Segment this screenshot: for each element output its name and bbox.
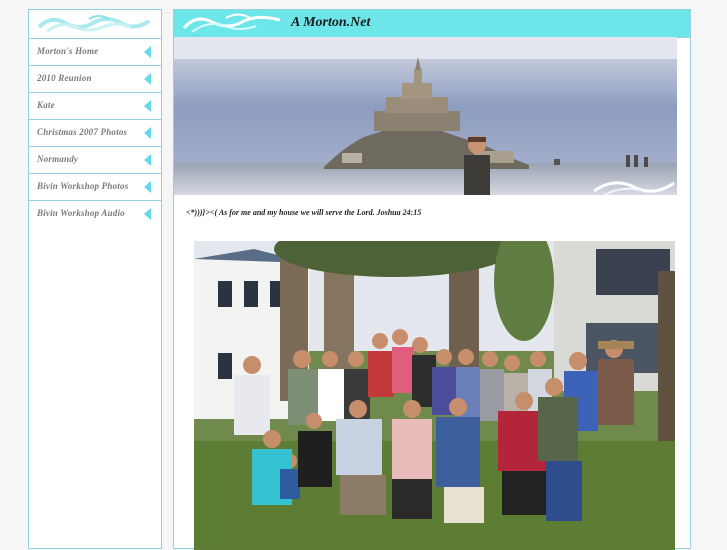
sidebar-item-label: Normandy: [37, 154, 79, 164]
sidebar-header-logo: [29, 10, 161, 39]
sidebar-item-label: Kate: [37, 100, 55, 110]
title-bar: A Morton.Net: [174, 10, 690, 38]
scripture-quote: <*)))}><( As for me and my house we will…: [186, 208, 422, 217]
left-arrow-icon: [144, 100, 151, 112]
left-arrow-icon: [144, 181, 151, 193]
sidebar-item-bivin-workshop-photos[interactable]: Bivin Workshop Photos: [29, 174, 161, 201]
sidebar-item-label: Bivin Workshop Audio: [37, 208, 125, 218]
left-arrow-icon: [144, 154, 151, 166]
sidebar-item-bivin-workshop-audio[interactable]: Bivin Workshop Audio: [29, 201, 161, 228]
wave-logo-icon: [37, 15, 151, 33]
main-content: A Morton.Net <*)))}><(As for me and my …: [173, 9, 691, 550]
site-title: A Morton.Net: [291, 15, 371, 30]
banner-image: [174, 37, 677, 195]
left-arrow-icon: [144, 127, 151, 139]
sidebar-item-normandy[interactable]: Normandy: [29, 147, 161, 174]
sidebar-item-label: Morton's Home: [37, 46, 99, 56]
left-arrow-icon: [144, 46, 151, 58]
sidebar: Morton's Home 2010 Reunion Kate Christma…: [28, 9, 162, 549]
sidebar-item-2010-reunion[interactable]: 2010 Reunion: [29, 66, 161, 93]
reunion-group-photo: [194, 241, 675, 550]
wave-logo-icon: [182, 13, 281, 33]
sidebar-item-mortons-home[interactable]: Morton's Home: [29, 39, 161, 66]
left-arrow-icon: [144, 208, 151, 220]
sidebar-item-label: Bivin Workshop Photos: [37, 181, 129, 191]
sidebar-item-kate[interactable]: Kate: [29, 93, 161, 120]
sidebar-item-label: 2010 Reunion: [37, 73, 92, 83]
sidebar-item-label: Christmas 2007 Photos: [37, 127, 128, 137]
sidebar-item-christmas-2007-photos[interactable]: Christmas 2007 Photos: [29, 120, 161, 147]
left-arrow-icon: [144, 73, 151, 85]
